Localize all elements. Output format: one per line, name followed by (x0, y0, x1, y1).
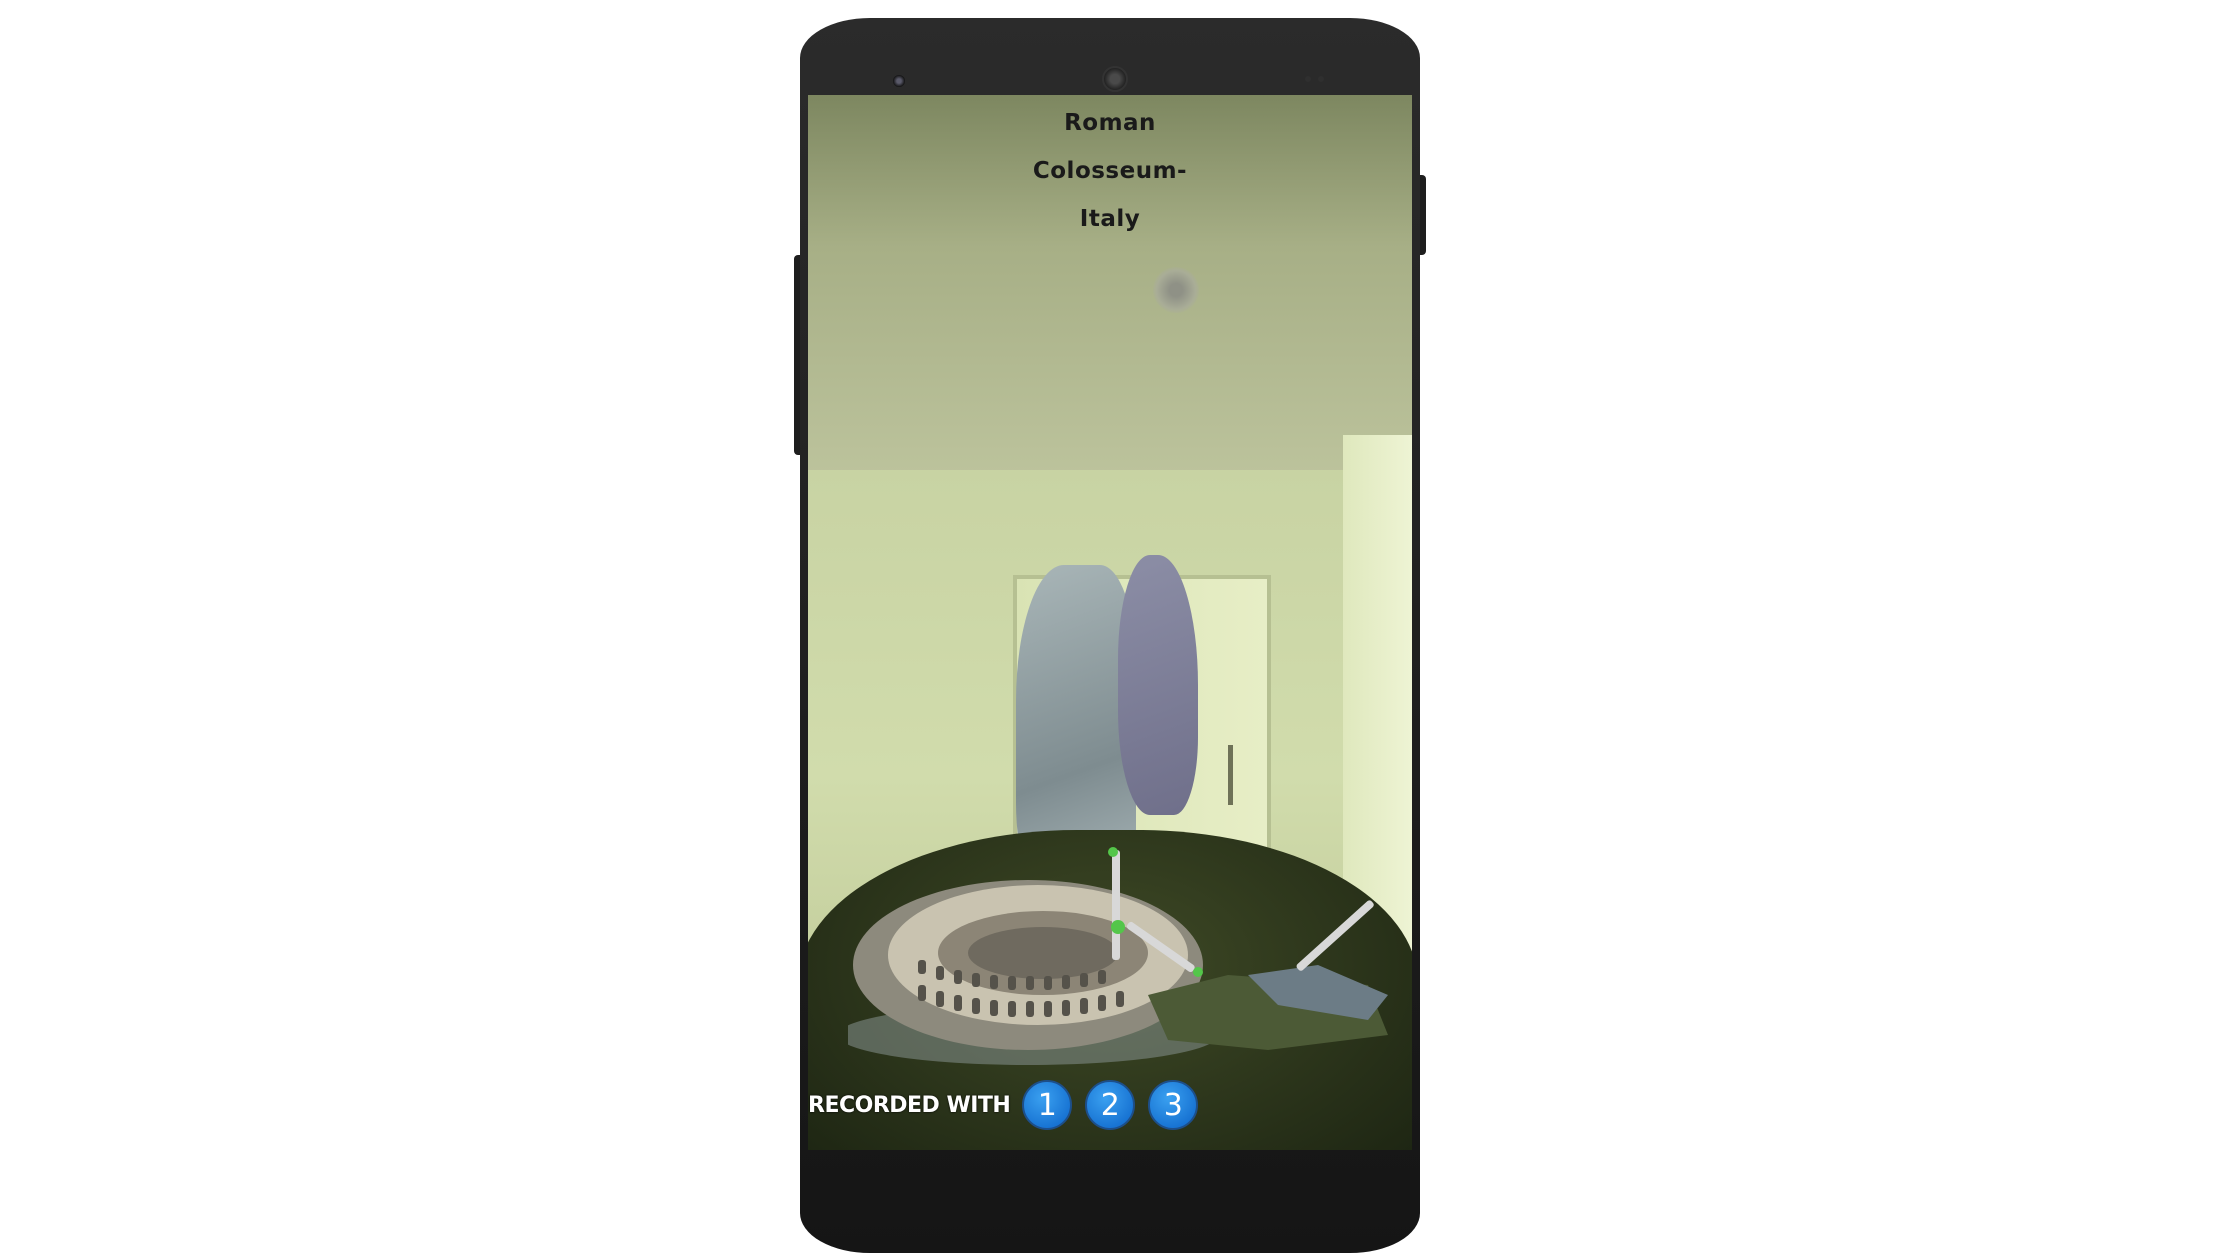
transform-gizmo-center[interactable] (1111, 920, 1125, 934)
ceiling-light (1153, 267, 1199, 313)
recorded-with-bar: RECORDED WITH 1 2 3 (808, 1075, 1211, 1135)
title-line: Roman (1064, 110, 1156, 136)
number-badge-3: 3 (1148, 1080, 1199, 1130)
number-badge-2: 2 (1085, 1080, 1136, 1130)
phone-top-bar (800, 18, 1420, 93)
earpiece-icon (1102, 66, 1128, 92)
ar-camera-view[interactable]: Roman Colosseum- Italy RECORDED WITH 1 2… (808, 95, 1412, 1150)
transform-gizmo-handle[interactable] (1108, 847, 1118, 857)
title-line: Colosseum- (1032, 158, 1188, 184)
transform-gizmo-y-axis[interactable] (1112, 850, 1120, 960)
sensor-dot (1318, 76, 1324, 82)
number-badge-1: 1 (1022, 1080, 1073, 1130)
recorded-with-label: RECORDED WITH (808, 1092, 1011, 1118)
title-line: Italy (1079, 206, 1141, 232)
ar-model-title: Roman Colosseum- Italy (808, 95, 1412, 243)
door-handle (1228, 745, 1233, 805)
phone-bottom-bezel (808, 1150, 1412, 1230)
front-camera-icon (893, 75, 905, 87)
hanging-cloth-purple (1118, 555, 1198, 815)
colosseum-floor (968, 927, 1118, 979)
transform-gizmo-handle[interactable] (1193, 967, 1203, 977)
sensor-dot (1305, 76, 1311, 82)
